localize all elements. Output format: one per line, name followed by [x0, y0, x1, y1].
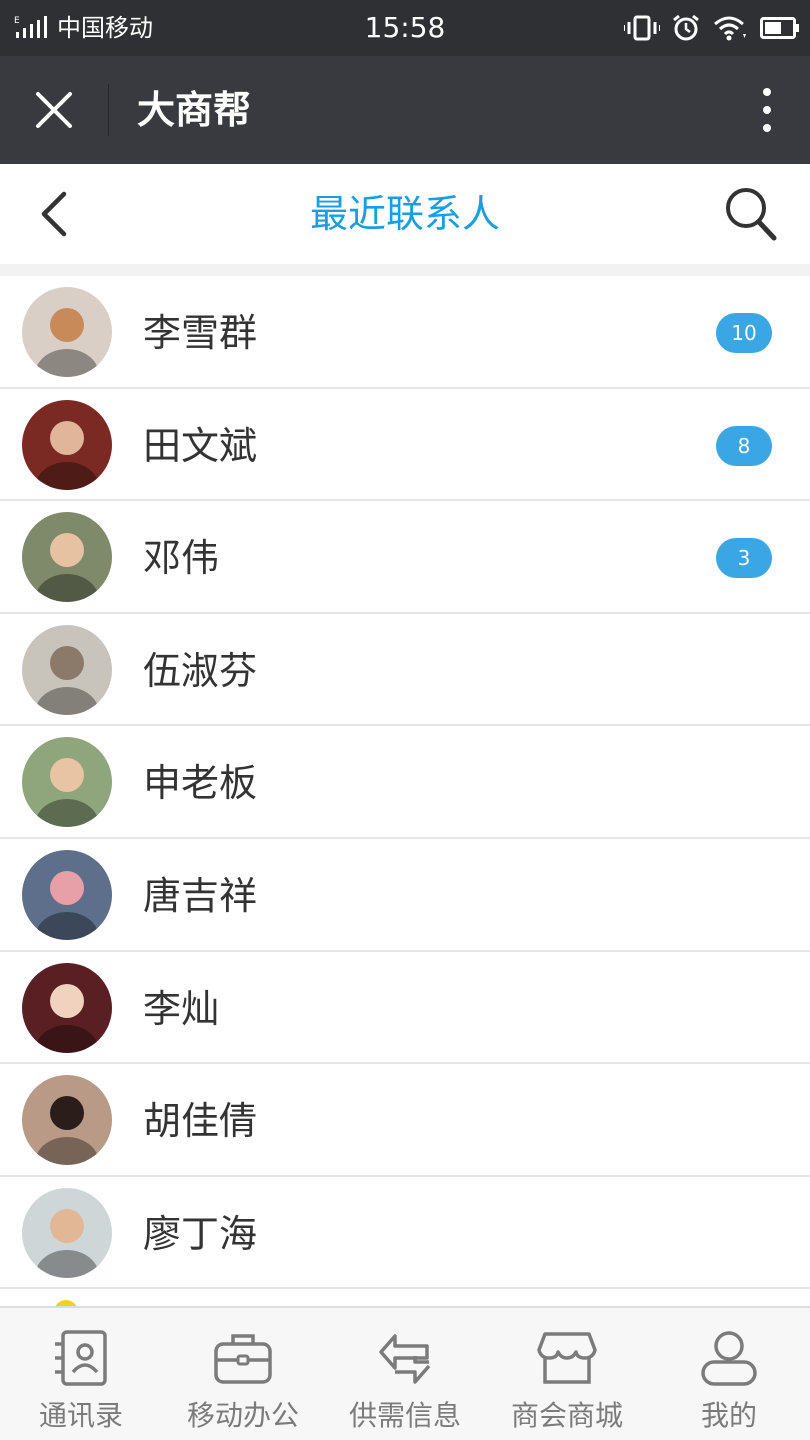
- contact-row[interactable]: 胡佳倩: [0, 1064, 810, 1177]
- contact-row[interactable]: 申老板: [0, 726, 810, 839]
- avatar: [22, 624, 112, 715]
- more-dot-icon: [763, 88, 771, 96]
- browser-top-bar: 大商帮: [0, 56, 810, 164]
- avatar: [22, 1187, 112, 1278]
- avatar-photo-icon: [35, 420, 99, 490]
- contact-name: 廖丁海: [143, 1211, 258, 1256]
- unread-badge: 3: [716, 538, 772, 579]
- bottom-tab-bar: 通讯录 移动办公 供需信息 商会商城 我的: [0, 1306, 810, 1440]
- contact-row[interactable]: 廖丁海: [0, 1176, 810, 1290]
- page-title: 最近联系人: [309, 192, 500, 236]
- tab-label: 通讯录: [38, 1399, 123, 1432]
- contact-row[interactable]: 李灿: [0, 951, 810, 1065]
- contact-name: 申老板: [143, 761, 258, 806]
- unread-badge: 10: [716, 313, 772, 353]
- contact-list: 李雪群 10 田文斌 8 邓伟 3 伍淑芬申老板唐吉祥李灿胡佳倩廖丁海: [0, 276, 810, 1306]
- avatar-photo-icon: [35, 308, 99, 377]
- tab-label: 移动办公: [186, 1399, 299, 1432]
- bar-divider: [108, 84, 109, 136]
- contact-row[interactable]: 邓伟 3: [0, 501, 810, 614]
- briefcase-icon: [214, 1334, 272, 1384]
- tab-label: 商会商城: [510, 1399, 623, 1432]
- avatar-photo-icon: [35, 983, 99, 1053]
- app-title: 大商帮: [137, 88, 252, 132]
- avatar: [22, 287, 112, 377]
- search-icon[interactable]: [722, 184, 780, 244]
- status-bar: E 中国移动 15:58: [0, 0, 810, 56]
- contact-name: 唐吉祥: [143, 873, 258, 918]
- tab-chamber-mall[interactable]: 商会商城: [486, 1308, 648, 1440]
- avatar-photo-icon: [35, 533, 99, 603]
- contact-name: 伍淑芬: [143, 648, 258, 693]
- avatar-photo-icon: [35, 870, 99, 940]
- contact-row[interactable]: 唐吉祥: [0, 838, 810, 952]
- tab-mobile-office[interactable]: 移动办公: [162, 1308, 324, 1440]
- contact-row[interactable]: 李雪群 10: [0, 276, 810, 389]
- contact-name: 李灿: [143, 986, 220, 1031]
- vibrate-icon: [624, 15, 660, 41]
- avatar: [22, 849, 112, 940]
- avatar: [22, 399, 112, 490]
- contact-name: 邓伟: [143, 536, 220, 581]
- avatar-photo-icon: [35, 758, 99, 828]
- avatar-photo-icon: [35, 645, 99, 715]
- exchange-icon: [379, 1334, 431, 1384]
- more-dot-icon: [763, 124, 771, 132]
- contact-name: 田文斌: [143, 423, 258, 468]
- tab-mine[interactable]: 我的: [648, 1308, 810, 1440]
- close-icon: [36, 92, 72, 128]
- status-icons: [624, 12, 800, 44]
- contact-name: 胡佳倩: [143, 1099, 258, 1144]
- more-dot-icon: [763, 106, 771, 114]
- alarm-icon: [673, 14, 699, 41]
- more-menu-button[interactable]: [752, 80, 782, 140]
- tab-supply-demand[interactable]: 供需信息: [324, 1308, 486, 1440]
- tab-label: 我的: [700, 1399, 757, 1432]
- avatar: [22, 737, 112, 828]
- battery-icon: [760, 17, 799, 39]
- avatar: [22, 962, 112, 1053]
- wifi-icon: [714, 16, 746, 41]
- unread-badge: 8: [716, 425, 772, 466]
- close-button[interactable]: [26, 82, 82, 138]
- avatar: [22, 1075, 112, 1166]
- section-gap: [0, 264, 810, 276]
- store-icon: [537, 1332, 597, 1384]
- contact-row[interactable]: 田文斌 8: [0, 388, 810, 502]
- user-icon: [701, 1331, 757, 1386]
- avatar-photo-icon: [35, 1096, 99, 1166]
- tab-contacts[interactable]: 通讯录: [0, 1308, 162, 1440]
- avatar: [22, 512, 112, 603]
- contact-row[interactable]: 伍淑芬: [0, 613, 810, 727]
- avatar-photo-icon: [35, 1208, 99, 1278]
- tab-label: 供需信息: [348, 1399, 461, 1432]
- contact-name: 李雪群: [143, 311, 258, 355]
- contacts-icon: [55, 1330, 107, 1386]
- page-header: 最近联系人: [0, 164, 810, 264]
